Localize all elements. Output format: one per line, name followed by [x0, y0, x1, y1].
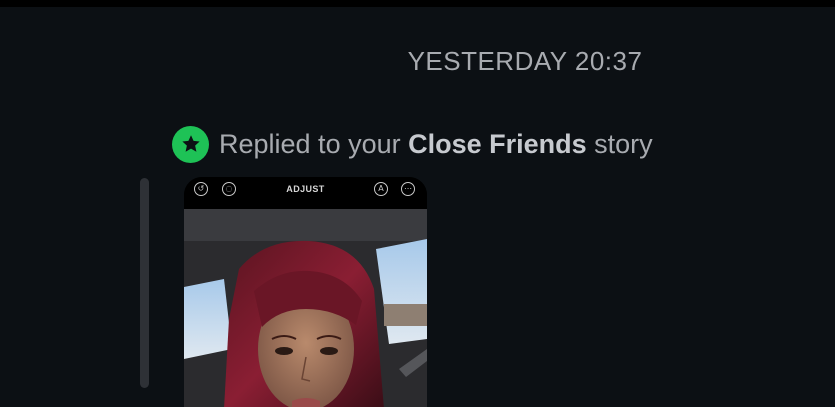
- reply-quote-bar: [140, 178, 149, 388]
- close-friends-star-icon: [172, 125, 209, 163]
- auto-enhance-icon: A: [374, 182, 388, 196]
- message-timestamp: YESTERDAY 20:37: [407, 46, 643, 76]
- toolbar-adjust-label: ADJUST: [286, 184, 325, 194]
- reply-notice-prefix: Replied to your: [219, 128, 409, 159]
- reply-notice-highlight: Close Friends: [408, 128, 587, 159]
- more-options-icon: ⋯: [401, 182, 415, 196]
- reply-notice-suffix: story: [586, 128, 653, 159]
- story-preview-card[interactable]: ↺ ◌ ADJUST A ⋯: [184, 177, 427, 407]
- window-top-bar: [0, 0, 835, 7]
- story-editor-toolbar: ↺ ◌ ADJUST A ⋯: [184, 177, 427, 207]
- story-photo: [184, 209, 427, 407]
- story-reply-notice: Replied to your Close Friends story: [172, 125, 653, 163]
